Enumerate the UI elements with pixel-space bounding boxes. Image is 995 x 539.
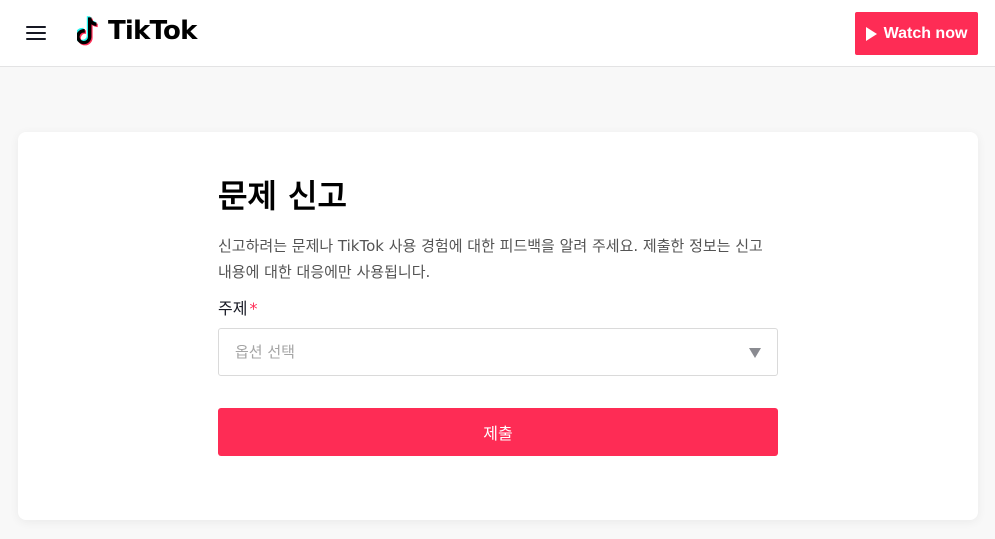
subject-label-text: 주제 bbox=[218, 299, 248, 318]
menu-line bbox=[26, 38, 46, 40]
form-description: 신고하려는 문제나 TikTok 사용 경험에 대한 피드백을 알려 주세요. … bbox=[218, 237, 763, 281]
top-navigation-bar: TikTok Watch now bbox=[0, 0, 995, 67]
play-icon bbox=[865, 26, 877, 41]
watch-now-label: Watch now bbox=[883, 24, 968, 42]
submit-button[interactable]: 제출 bbox=[218, 408, 778, 456]
dropdown-arrow-icon bbox=[749, 348, 761, 358]
subject-field-label: 주제 * bbox=[218, 297, 257, 321]
report-form-card bbox=[18, 132, 978, 520]
page-title: 문제 신고 bbox=[218, 177, 347, 215]
brand-name: TikTok bbox=[108, 16, 197, 46]
watch-now-button[interactable]: Watch now bbox=[855, 12, 978, 55]
tiktok-logo[interactable]: TikTok bbox=[77, 14, 197, 48]
subject-select[interactable]: 옵션 선택 bbox=[218, 328, 778, 376]
menu-line bbox=[26, 32, 46, 34]
required-asterisk: * bbox=[249, 299, 258, 318]
hamburger-menu-icon[interactable] bbox=[26, 24, 47, 42]
tiktok-note-logo-icon bbox=[77, 16, 98, 46]
menu-line bbox=[26, 26, 46, 28]
subject-select-placeholder: 옵션 선택 bbox=[235, 343, 295, 361]
